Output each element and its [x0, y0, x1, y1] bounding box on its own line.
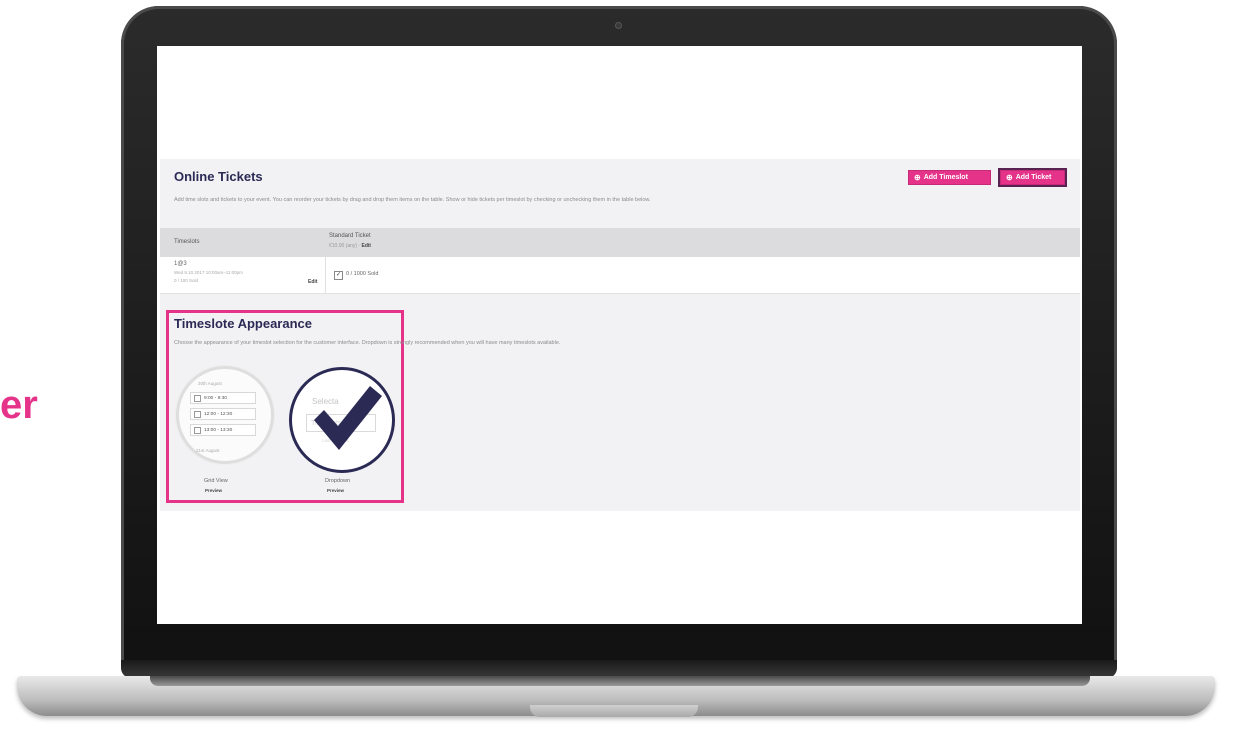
checkmark-icon: [314, 386, 382, 450]
column-divider: [325, 257, 326, 293]
tickets-table: Timeslots Standard Ticket €10.00 (any) ·…: [160, 216, 1080, 304]
col-timeslots: Timeslots: [174, 239, 200, 245]
grid-slot-label: 13:00 - 13:30: [204, 427, 233, 433]
appearance-description: Choose the appearance of your timeslot s…: [174, 340, 561, 346]
table-row: 1@3 Wed 9.10.2017 10:00am–11:00pm 0 / 10…: [160, 257, 1080, 294]
ticket-checkbox[interactable]: ✓: [334, 271, 343, 280]
plus-icon: ⊕: [1006, 173, 1013, 182]
laptop-notch: [530, 705, 698, 717]
grid-slot-label: 9:00 - 9:30: [204, 395, 227, 401]
timeslot-sold: 0 / 100 Sold: [174, 278, 199, 283]
grid-slot: 9:00 - 9:30: [190, 392, 256, 404]
checkbox-icon: [194, 394, 201, 402]
camera-icon: [615, 22, 622, 29]
checkbox-icon: [194, 410, 201, 418]
grid-date-top: 20th August: [198, 381, 222, 386]
checkbox-icon: [194, 426, 201, 434]
grid-view-caption: Grid View: [204, 478, 228, 484]
screen: Online Tickets ⊕ Add Timeslot ⊕ Add Tick…: [157, 46, 1082, 624]
dropdown-caption: Dropdown: [325, 478, 351, 484]
grid-slot-label: 12:00 - 12:30: [204, 411, 233, 417]
add-ticket-label: Add Ticket: [1015, 174, 1052, 181]
timeslot-name: 1@3: [174, 261, 187, 267]
col-ticket: Standard Ticket: [329, 233, 371, 239]
appearance-title: Timeslote Appearance: [174, 316, 312, 331]
grid-slot: 12:00 - 12:30: [190, 408, 256, 420]
col-ticket-sub: €10.00 (any) · Edit: [329, 243, 371, 249]
plus-icon: ⊕: [914, 173, 921, 182]
online-tickets-panel: Online Tickets ⊕ Add Timeslot ⊕ Add Tick…: [160, 159, 1080, 511]
grid-view-preview-link[interactable]: Preview: [205, 488, 222, 493]
col-ticket-price: €10.00 (any): [329, 243, 358, 249]
add-ticket-button[interactable]: ⊕ Add Ticket: [998, 168, 1067, 187]
timeslot-edit-link[interactable]: Edit: [308, 279, 317, 285]
table-header: Timeslots Standard Ticket €10.00 (any) ·…: [160, 228, 1080, 257]
page-description: Add time slots and tickets to your event…: [174, 197, 651, 203]
ticket-sold-count: 0 / 1000 Sold: [346, 271, 379, 277]
dropdown-preview-link[interactable]: Preview: [327, 488, 344, 493]
grid-view-option[interactable]: 20th August 9:00 - 9:30 12:00 - 12:30 13…: [176, 366, 274, 464]
grid-date-bottom: 21st August: [196, 448, 220, 453]
grid-slot: 13:00 - 13:30: [190, 424, 256, 436]
timeslot-date: Wed 9.10.2017 10:00am–11:00pm: [174, 270, 243, 275]
col-ticket-edit-link[interactable]: Edit: [362, 243, 371, 249]
laptop-base-lip: [150, 676, 1090, 686]
add-timeslot-button[interactable]: ⊕ Add Timeslot: [908, 170, 991, 185]
dropdown-option[interactable]: Selecta Timeslots Last Timeslot: [289, 367, 395, 473]
add-timeslot-label: Add Timeslot: [923, 174, 968, 181]
page-title: Online Tickets: [174, 169, 263, 184]
side-text: er: [0, 383, 38, 427]
